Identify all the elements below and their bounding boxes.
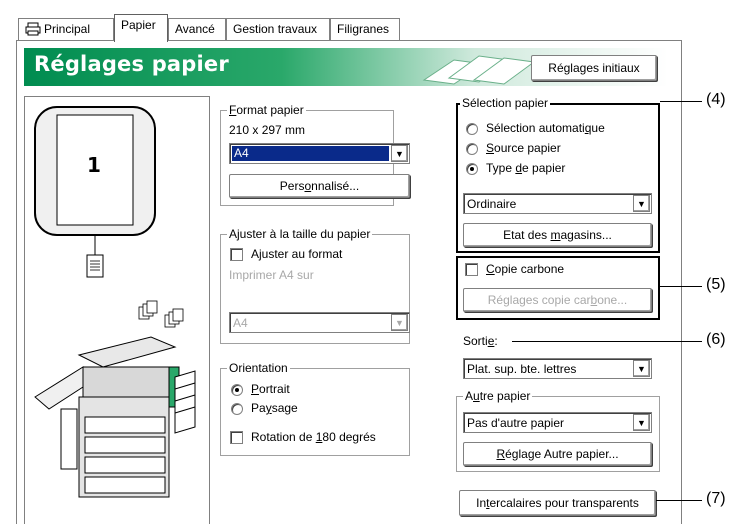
custom-size-button[interactable]: Personnalisé... <box>229 174 410 198</box>
chevron-down-icon[interactable]: ▼ <box>633 414 650 431</box>
paper-selection-label: Sélection papier <box>460 96 551 110</box>
tab-papier-label: Papier <box>121 18 156 32</box>
tray-status-button[interactable]: Etat des magasins... <box>463 223 652 247</box>
carbon-copy-settings-button[interactable]: Réglages copie carbone... <box>463 288 652 312</box>
landscape-label: Paysage <box>251 401 298 415</box>
fit-to-page-label: Ajuster à la taille du papier <box>227 227 373 241</box>
paper-type-value: Ordinaire <box>467 197 517 211</box>
tab-avance[interactable]: Avancé <box>168 18 226 40</box>
fit-size-value: A4 <box>233 316 248 330</box>
other-paper-settings-button[interactable]: Réglage Autre papier... <box>463 442 652 466</box>
tab-avance-label: Avancé <box>175 22 215 36</box>
rotate-180-label: Rotation de 180 degrés <box>251 430 376 444</box>
format-papier-label: Format papier <box>227 103 306 117</box>
printer-illustration <box>34 336 196 498</box>
fit-to-page-checkbox-label: Ajuster au format <box>251 247 343 261</box>
auto-selection-label: Sélection automatique <box>486 121 605 135</box>
printer-icon <box>25 22 41 39</box>
paper-source-label: Source papier <box>486 141 561 155</box>
portrait-radio[interactable] <box>231 384 243 396</box>
tab-principal-label: Principal <box>44 22 91 36</box>
tab-papier[interactable]: Papier <box>114 14 168 42</box>
output-label: Sortie: <box>463 334 498 348</box>
carbon-copy-checkbox[interactable] <box>465 263 478 276</box>
document-icon <box>86 254 104 278</box>
initial-settings-button[interactable]: Réglages initiaux <box>531 55 657 81</box>
output-tray-select[interactable]: Plat. sup. bte. lettres ▼ <box>463 358 652 379</box>
callout-line-6 <box>512 341 702 342</box>
other-paper-select[interactable]: Pas d'autre papier ▼ <box>463 412 652 433</box>
sorted-copies-icon <box>138 300 184 328</box>
tab-gestion-travaux[interactable]: Gestion travaux <box>226 18 330 40</box>
callout-6: (6) <box>706 331 726 348</box>
paper-preview-number: 1 <box>87 153 101 177</box>
other-paper-label: Autre papier <box>463 389 533 403</box>
fit-to-page-checkbox[interactable] <box>230 248 243 261</box>
portrait-label: Portrait <box>251 382 290 396</box>
transparency-inserts-button[interactable]: Intercalaires pour transparents <box>459 490 656 516</box>
fit-size-select[interactable]: A4 ▼ <box>229 312 410 333</box>
callout-line-7 <box>656 500 702 501</box>
chevron-down-icon[interactable]: ▼ <box>391 145 408 162</box>
tab-filigranes-label: Filigranes <box>337 22 390 36</box>
paper-type-label: Type de papier <box>486 161 566 175</box>
paper-format-select[interactable]: A4 ▼ <box>229 143 410 164</box>
carbon-copy-label: Copie carbone <box>486 262 565 276</box>
paper-type-radio[interactable] <box>466 163 478 175</box>
tab-gestion-travaux-label: Gestion travaux <box>233 22 318 36</box>
landscape-radio[interactable] <box>231 403 243 415</box>
tab-principal[interactable]: Principal <box>18 18 114 40</box>
callout-4: (4) <box>706 91 726 108</box>
callout-line-5 <box>660 286 702 287</box>
preview-area: 1 <box>24 96 210 524</box>
chevron-down-icon[interactable]: ▼ <box>633 360 650 377</box>
tab-filigranes[interactable]: Filigranes <box>330 18 400 40</box>
paper-dimensions: 210 x 297 mm <box>229 123 306 137</box>
output-tray-value: Plat. sup. bte. lettres <box>467 362 577 376</box>
page-title: Réglages papier <box>34 52 229 76</box>
other-paper-value: Pas d'autre papier <box>467 416 565 430</box>
callout-line-4 <box>660 101 702 102</box>
auto-selection-radio[interactable] <box>466 123 478 135</box>
paper-format-value: A4 <box>232 146 389 161</box>
paper-source-radio[interactable] <box>466 143 478 155</box>
chevron-down-icon[interactable]: ▼ <box>633 195 650 212</box>
chevron-down-icon[interactable]: ▼ <box>391 314 408 331</box>
paper-type-select[interactable]: Ordinaire ▼ <box>463 193 652 214</box>
callout-7: (7) <box>706 490 726 507</box>
rotate-180-checkbox[interactable] <box>230 431 243 444</box>
callout-5: (5) <box>706 276 726 293</box>
orientation-label: Orientation <box>227 361 290 375</box>
print-on-label: Imprimer A4 sur <box>229 268 314 282</box>
